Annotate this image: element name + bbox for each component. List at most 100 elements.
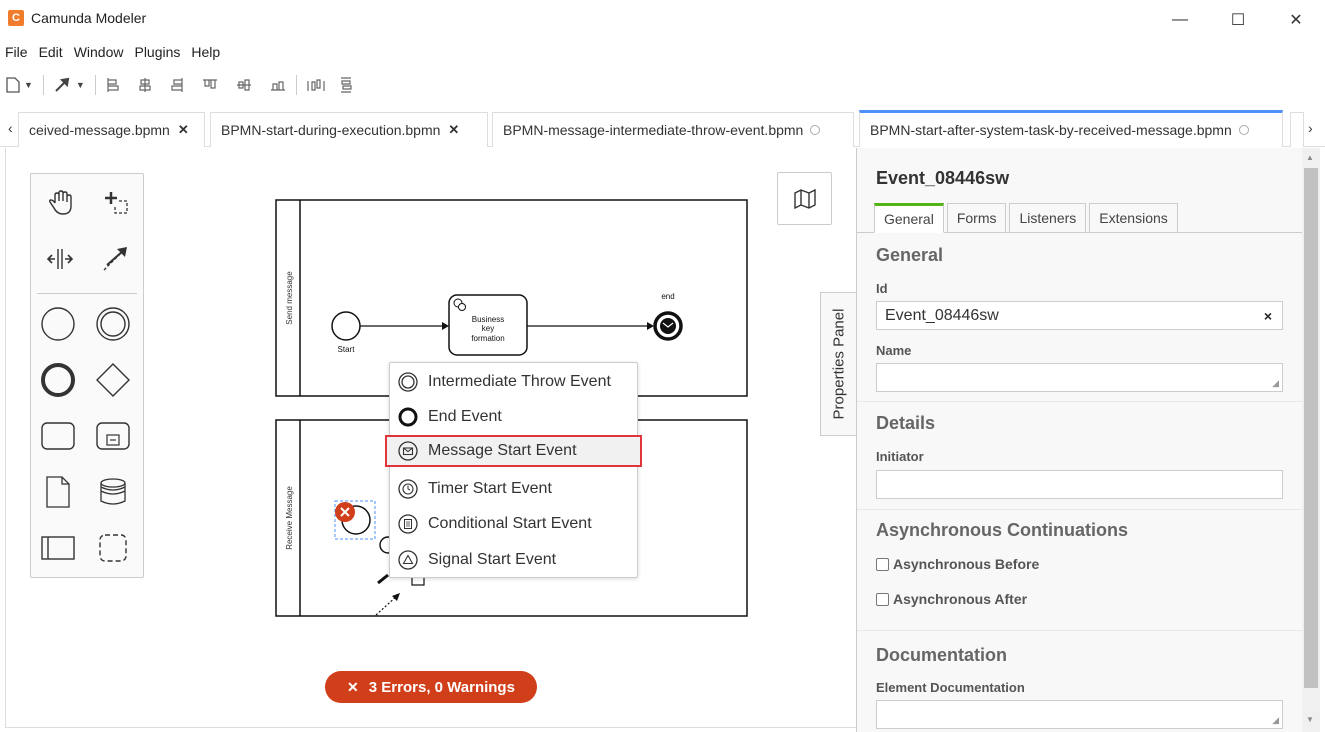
minimap-toggle-button[interactable] bbox=[777, 172, 832, 225]
toolbar: ▼ ▼ bbox=[6, 74, 361, 96]
props-tab-extensions[interactable]: Extensions bbox=[1089, 203, 1178, 233]
scroll-down-icon[interactable]: ▼ bbox=[1306, 715, 1314, 724]
properties-tabs: General Forms Listeners Extensions bbox=[874, 203, 1181, 233]
gateway-tool-icon[interactable] bbox=[93, 360, 133, 400]
popup-item-signal-start-event[interactable]: Signal Start Event bbox=[390, 544, 637, 576]
props-tab-general[interactable]: General bbox=[874, 203, 944, 233]
tab-file-4-active[interactable]: BPMN-start-after-system-task-by-received… bbox=[859, 110, 1283, 147]
tab-scroll-left-icon[interactable]: ‹ bbox=[8, 120, 13, 136]
task-label-line-3: formation bbox=[471, 334, 504, 343]
distribute-vertical-button[interactable] bbox=[339, 77, 353, 93]
end-event-icon bbox=[398, 407, 418, 427]
popup-item-label: Signal Start Event bbox=[428, 551, 557, 568]
async-before-label: Asynchronous Before bbox=[893, 556, 1040, 572]
minimize-button[interactable]: — bbox=[1151, 0, 1209, 40]
chevron-down-icon: ▼ bbox=[24, 80, 33, 90]
errors-warnings-badge[interactable]: ✕ 3 Errors, 0 Warnings bbox=[325, 671, 537, 703]
async-before-checkbox[interactable] bbox=[876, 557, 889, 571]
task-tool-icon[interactable] bbox=[38, 416, 78, 456]
close-tab-icon[interactable]: ✕ bbox=[178, 122, 189, 138]
window-controls: — ☐ ✕ bbox=[1151, 0, 1325, 40]
clear-id-icon[interactable]: × bbox=[1264, 308, 1272, 324]
new-file-button[interactable]: ▼ bbox=[6, 77, 33, 93]
align-center-button[interactable] bbox=[138, 77, 152, 93]
file-tabs: ‹ ceived-message.bpmn ✕ BPMN-start-durin… bbox=[0, 110, 1325, 147]
data-object-tool-icon[interactable] bbox=[38, 472, 78, 512]
menu-plugins[interactable]: Plugins bbox=[134, 44, 180, 60]
align-middle-button[interactable] bbox=[236, 78, 252, 92]
close-tab-icon[interactable]: ✕ bbox=[448, 122, 459, 138]
lasso-tool-icon[interactable] bbox=[95, 183, 135, 223]
unsaved-indicator-icon bbox=[810, 125, 821, 135]
element-documentation-textarea[interactable]: ◢ bbox=[876, 700, 1283, 729]
data-store-tool-icon[interactable] bbox=[93, 472, 133, 512]
group-title-details: Details bbox=[876, 413, 936, 433]
pool-tool-icon[interactable] bbox=[38, 528, 78, 568]
resize-grip-icon[interactable]: ◢ bbox=[1272, 715, 1279, 726]
distribute-horizontal-button[interactable] bbox=[307, 78, 325, 92]
properties-element-id-title: Event_08446sw bbox=[876, 168, 1010, 188]
end-event-tool-icon[interactable] bbox=[38, 360, 78, 400]
properties-scrollbar[interactable]: ▲ ▼ bbox=[1302, 148, 1320, 732]
maximize-button[interactable]: ☐ bbox=[1209, 0, 1267, 40]
popup-item-intermediate-throw-event[interactable]: Intermediate Throw Event bbox=[390, 366, 637, 398]
tab-label: BPMN-message-intermediate-throw-event.bp… bbox=[503, 122, 804, 138]
end-event-label: end bbox=[661, 292, 674, 301]
align-bottom-button[interactable] bbox=[270, 78, 286, 92]
props-tab-listeners[interactable]: Listeners bbox=[1009, 203, 1087, 233]
popup-item-message-start-event[interactable]: Message Start Event bbox=[385, 435, 642, 467]
popup-item-label: Message Start Event bbox=[428, 442, 577, 459]
popup-item-conditional-start-event[interactable]: Conditional Start Event bbox=[390, 508, 637, 540]
menu-help[interactable]: Help bbox=[191, 44, 220, 60]
group-tool-icon[interactable] bbox=[93, 528, 133, 568]
popup-item-end-event[interactable]: End Event bbox=[390, 401, 637, 433]
subprocess-tool-icon[interactable] bbox=[93, 416, 133, 456]
scroll-up-icon[interactable]: ▲ bbox=[1306, 153, 1314, 162]
tab-file-2[interactable]: BPMN-start-during-execution.bpmn ✕ bbox=[210, 112, 488, 147]
close-window-button[interactable]: ✕ bbox=[1267, 0, 1325, 40]
edit-tool-button[interactable]: ▼ bbox=[54, 77, 85, 93]
error-icon: ✕ bbox=[347, 678, 359, 695]
name-textarea[interactable]: ◢ bbox=[876, 363, 1283, 392]
menu-edit[interactable]: Edit bbox=[39, 44, 63, 60]
start-event-label: Start bbox=[338, 345, 356, 354]
tab-file-5-partial[interactable] bbox=[1290, 112, 1304, 147]
align-left-button[interactable] bbox=[106, 77, 120, 93]
message-icon bbox=[660, 318, 676, 334]
popup-item-timer-start-event[interactable]: Timer Start Event bbox=[390, 473, 637, 505]
async-after-checkbox[interactable] bbox=[876, 592, 889, 606]
camunda-logo-icon: C bbox=[8, 10, 24, 26]
palette-separator bbox=[37, 293, 137, 294]
async-before-row[interactable]: Asynchronous Before bbox=[876, 556, 1039, 572]
group-title-documentation: Documentation bbox=[876, 645, 1008, 665]
tab-file-3[interactable]: BPMN-message-intermediate-throw-event.bp… bbox=[492, 112, 854, 147]
resize-grip-icon[interactable]: ◢ bbox=[1272, 378, 1279, 389]
hand-tool-icon[interactable] bbox=[40, 183, 80, 223]
initiator-input[interactable] bbox=[876, 470, 1283, 499]
menu-window[interactable]: Window bbox=[74, 44, 124, 60]
menu-bar: File Edit Window Plugins Help bbox=[0, 42, 231, 62]
async-after-label: Asynchronous After bbox=[893, 591, 1028, 607]
start-event[interactable] bbox=[331, 311, 361, 341]
scroll-thumb[interactable] bbox=[1304, 168, 1318, 688]
message-start-event-icon bbox=[398, 441, 418, 461]
props-tab-forms[interactable]: Forms bbox=[946, 203, 1007, 233]
distribute-vertical-icon bbox=[340, 77, 352, 93]
align-center-icon bbox=[139, 78, 151, 92]
tab-scroll-right-icon[interactable]: › bbox=[1308, 120, 1313, 136]
global-connect-tool-icon[interactable] bbox=[95, 239, 135, 279]
chevron-down-icon: ▼ bbox=[75, 80, 85, 90]
tab-file-1[interactable]: ceived-message.bpmn ✕ bbox=[18, 112, 205, 147]
properties-panel-toggle[interactable]: Properties Panel bbox=[820, 292, 856, 436]
start-event-tool-icon[interactable] bbox=[38, 304, 78, 344]
intermediate-event-tool-icon[interactable] bbox=[93, 304, 133, 344]
align-right-button[interactable] bbox=[170, 77, 184, 93]
popup-item-label: Timer Start Event bbox=[428, 480, 552, 497]
menu-file[interactable]: File bbox=[5, 44, 28, 60]
async-after-row[interactable]: Asynchronous After bbox=[876, 591, 1027, 607]
title-bar: C Camunda Modeler — ☐ ✕ bbox=[0, 0, 1325, 40]
align-top-button[interactable] bbox=[202, 78, 218, 92]
align-bottom-icon bbox=[270, 81, 285, 91]
id-input[interactable]: Event_08446sw × bbox=[876, 301, 1283, 330]
space-tool-icon[interactable] bbox=[40, 239, 80, 279]
